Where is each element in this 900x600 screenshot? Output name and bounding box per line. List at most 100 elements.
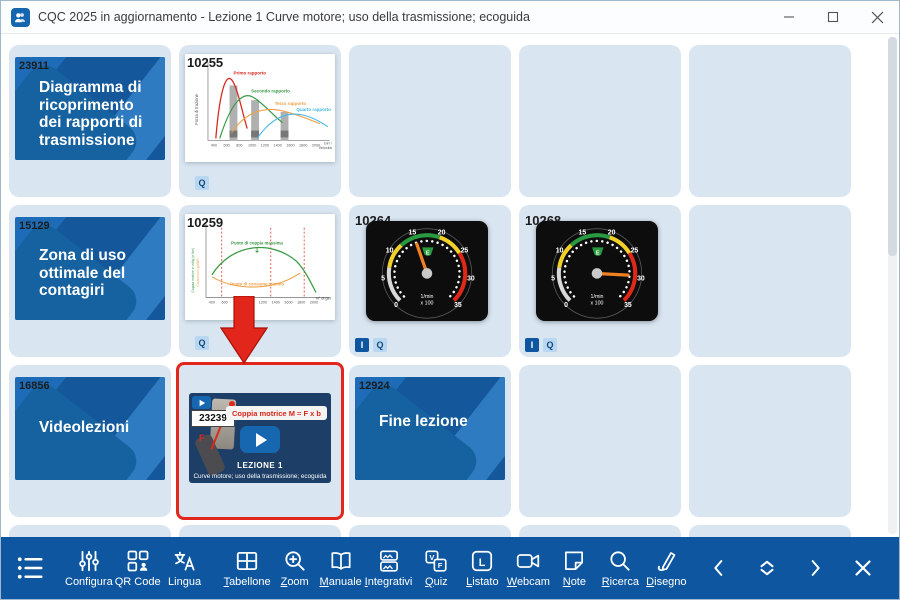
- toolbar-quiz-button[interactable]: V F Quiz: [414, 548, 458, 588]
- slide-thumbnail-tachometer: 0 5 10 15 20 25 30 35 E 1/min x 100: [366, 221, 488, 321]
- scrollbar[interactable]: [888, 37, 897, 534]
- exit-button[interactable]: [845, 548, 881, 588]
- minimize-button[interactable]: [767, 1, 811, 33]
- toolbar-label: QR Code: [115, 576, 161, 588]
- next-slide-button[interactable]: [797, 548, 833, 588]
- tile-15129[interactable]: 15129 Zona di uso ottimale del contagiri: [9, 205, 171, 357]
- svg-text:Forza di trazione: Forza di trazione: [194, 93, 199, 124]
- svg-text:1800: 1800: [297, 300, 305, 304]
- svg-text:F: F: [438, 561, 443, 570]
- tile-10255[interactable]: Primo rapporto Secondo rapporto Terzo ra…: [179, 45, 341, 197]
- pen-icon: [653, 548, 679, 574]
- tile-partial: [349, 525, 511, 537]
- toolbar-listato-button[interactable]: L Listato: [460, 548, 504, 588]
- blue-slide-box: 15129 Zona di uso ottimale del contagiri: [15, 217, 165, 320]
- toolbar-note-button[interactable]: Note: [552, 548, 596, 588]
- search-icon: [607, 548, 633, 574]
- toolbar-label: Webcam: [507, 576, 550, 588]
- svg-text:1800: 1800: [299, 143, 307, 147]
- tile-23911[interactable]: 23911 Diagramma di ricoprimento dei rapp…: [9, 45, 171, 197]
- svg-text:35: 35: [454, 302, 462, 309]
- maximize-button[interactable]: [811, 1, 855, 33]
- toolbar-integrativi-button[interactable]: Integrativi: [365, 548, 413, 588]
- scrollbar-thumb[interactable]: [888, 37, 897, 256]
- toolbar-label: Zoom: [281, 576, 309, 588]
- toolbar-configura-button[interactable]: Configura: [65, 548, 113, 588]
- sliders-icon: [76, 548, 102, 574]
- video-thumbnail[interactable]: F 23239 Coppia motrice M = F x b LEZIONE…: [189, 393, 331, 483]
- list-l-icon: L: [469, 548, 495, 574]
- tile-empty: [689, 365, 851, 517]
- video-camera-icon: [515, 548, 541, 574]
- toolbar-tabellone-button[interactable]: Tabellone: [224, 548, 271, 588]
- play-button[interactable]: [240, 426, 280, 453]
- quiz-badge[interactable]: Q: [195, 176, 209, 190]
- info-badge[interactable]: I: [355, 338, 369, 352]
- zoom-in-icon: [282, 548, 308, 574]
- svg-text:Punto di coppia massima: Punto di coppia massima: [231, 240, 283, 245]
- stacked-images-icon: [376, 548, 402, 574]
- quiz-badge[interactable]: Q: [373, 338, 387, 352]
- svg-text:15: 15: [409, 229, 417, 236]
- note-icon: [561, 548, 587, 574]
- quiz-badge[interactable]: Q: [195, 336, 209, 350]
- svg-text:Quarto rapporto: Quarto rapporto: [296, 107, 331, 112]
- close-x-icon: [851, 556, 875, 580]
- close-button[interactable]: [855, 1, 899, 33]
- svg-text:Giri /: Giri /: [324, 141, 333, 145]
- tile-16856[interactable]: 16856 Videolezioni: [9, 365, 171, 517]
- previous-slide-button[interactable]: [701, 548, 737, 588]
- force-label: F: [199, 433, 205, 443]
- svg-text:Consumo in g/kWh: Consumo in g/kWh: [196, 258, 200, 286]
- slide-title: Diagramma di ricoprimento dei rapporti d…: [39, 79, 159, 149]
- toolbar-disegno-button[interactable]: Disegno: [644, 548, 688, 588]
- toolbar-label: Listato: [466, 576, 498, 588]
- title-bar: CQC 2025 in aggiornamento - Lezione 1 Cu…: [1, 1, 899, 34]
- svg-text:L: L: [479, 557, 486, 569]
- toolbar-qrcode-button[interactable]: QR Code: [115, 548, 161, 588]
- svg-text:1/min: 1/min: [591, 294, 604, 300]
- blue-slide-box: 16856 Videolezioni: [15, 377, 165, 480]
- toolbar-manuale-button[interactable]: Manuale: [319, 548, 363, 588]
- svg-text:20: 20: [438, 229, 446, 236]
- svg-text:400: 400: [211, 143, 217, 147]
- slide-thumbnail-ratio-chart: Primo rapporto Secondo rapporto Terzo ra…: [185, 54, 335, 162]
- svg-text:0: 0: [564, 302, 568, 309]
- tile-10264[interactable]: 10264 0 5 10 15 20: [349, 205, 511, 357]
- slide-title: Videolezioni: [39, 419, 159, 437]
- svg-text:x 100: x 100: [421, 300, 434, 306]
- toolbar-webcam-button[interactable]: Webcam: [506, 548, 550, 588]
- tile-23239-selected-video[interactable]: F 23239 Coppia motrice M = F x b LEZIONE…: [176, 362, 344, 520]
- open-book-icon: [328, 548, 354, 574]
- svg-text:1400: 1400: [272, 300, 280, 304]
- toolbar-lingua-button[interactable]: Lingua: [163, 548, 207, 588]
- toolbar-label: Integrativi: [365, 576, 413, 588]
- tile-12924[interactable]: 12924 Fine lezione: [349, 365, 511, 517]
- slide-title: Zona di uso ottimale del contagiri: [39, 247, 159, 300]
- svg-text:Secondo rapporto: Secondo rapporto: [251, 88, 290, 93]
- slide-number: 23911: [19, 60, 49, 72]
- info-badge[interactable]: I: [525, 338, 539, 352]
- expand-collapse-button[interactable]: [749, 548, 785, 588]
- toolbar-zoom-button[interactable]: Zoom: [273, 548, 317, 588]
- lesson-subtitle: Curve motore; uso della trasmissione; ec…: [189, 473, 331, 480]
- svg-text:10: 10: [556, 247, 564, 254]
- toolbar-label: Configura: [65, 576, 113, 588]
- svg-text:600: 600: [224, 143, 230, 147]
- tile-10268[interactable]: 10268 0 5 10 15 20 25: [519, 205, 681, 357]
- app-people-icon: [11, 8, 30, 27]
- toolbar-list-button[interactable]: [10, 553, 50, 583]
- tile-empty: [689, 45, 851, 197]
- svg-text:15: 15: [579, 229, 587, 236]
- slide-number: 10259: [187, 215, 223, 230]
- toolbar-ricerca-button[interactable]: Ricerca: [598, 548, 642, 588]
- lesson-title: LEZIONE 1: [189, 461, 331, 470]
- svg-text:1600: 1600: [284, 300, 292, 304]
- toolbar-label: Tabellone: [224, 576, 271, 588]
- blue-slide-box: 23911 Diagramma di ricoprimento dei rapp…: [15, 57, 165, 160]
- svg-text:1/min: 1/min: [421, 294, 434, 300]
- tile-partial: [179, 525, 341, 537]
- quiz-badge[interactable]: Q: [543, 338, 557, 352]
- chevron-left-icon: [708, 557, 730, 579]
- toolbar-navigation: [701, 548, 891, 588]
